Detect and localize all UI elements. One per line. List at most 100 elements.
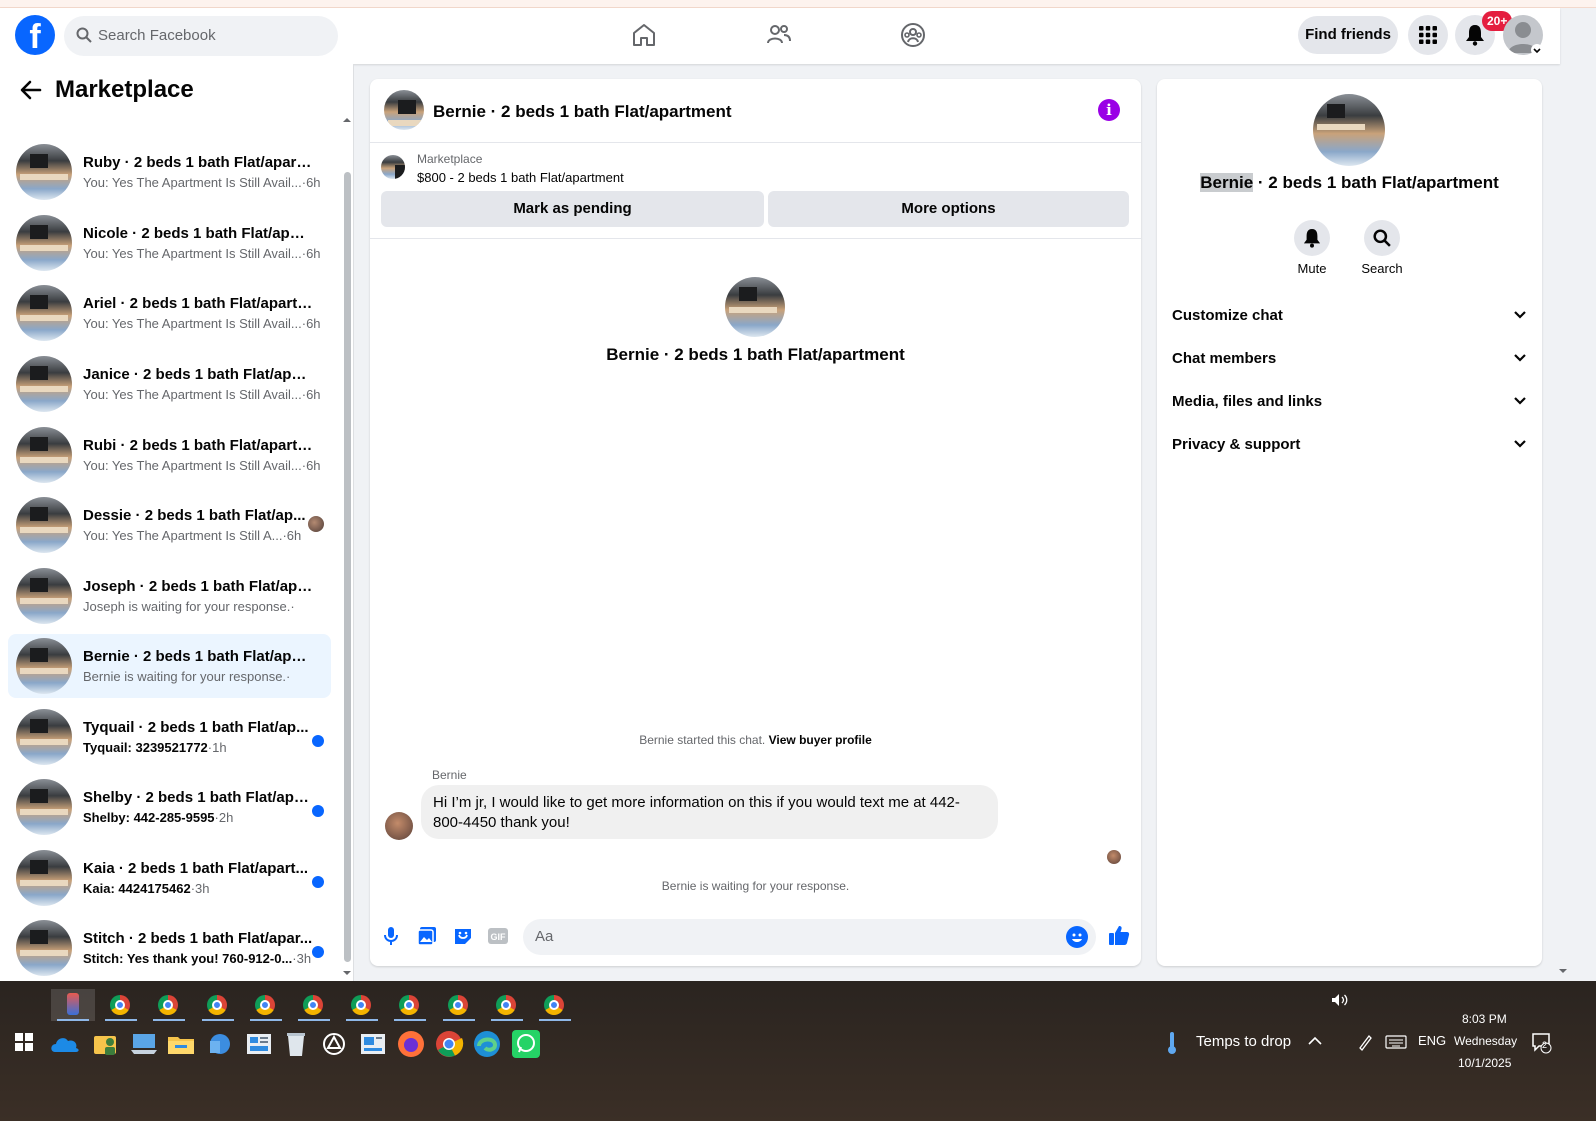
conversation-row[interactable]: Nicole · 2 beds 1 bath Flat/apart... You:… (8, 211, 331, 275)
firefox-icon[interactable] (395, 1028, 427, 1060)
this-pc-icon[interactable] (128, 1028, 160, 1060)
conversation-row[interactable]: Ariel · 2 beds 1 bath Flat/apartm... You:… (8, 281, 331, 345)
weather-text[interactable]: Temps to drop (1196, 1033, 1291, 1050)
notification-count: 2 (1542, 1040, 1548, 1050)
privacy-support-section[interactable]: Privacy & support (1172, 425, 1527, 465)
conversation-row[interactable]: Dessie · 2 beds 1 bath Flat/ap... You: Ye… (8, 493, 331, 557)
chrome-icon[interactable] (433, 1028, 465, 1060)
edge-icon[interactable] (471, 1028, 503, 1060)
more-options-button[interactable]: More options (768, 191, 1129, 227)
thumbs-up-icon[interactable] (1108, 924, 1130, 946)
chat-details-panel: Bernie · 2 beds 1 bath Flat/apartment Mu… (1157, 79, 1542, 966)
message-input[interactable]: Aa (523, 919, 1096, 955)
taskbar-chrome-window[interactable] (292, 989, 336, 1021)
taskbar-chrome-window[interactable] (437, 989, 481, 1021)
chat-members-section[interactable]: Chat members (1172, 339, 1527, 379)
conversation-row[interactable]: Ruby · 2 beds 1 bath Flat/apart... You: Y… (8, 140, 331, 204)
chat-title[interactable]: Bernie · 2 beds 1 bath Flat/apartment (433, 102, 732, 122)
groups-icon[interactable] (900, 22, 926, 48)
clock-time[interactable]: 8:03 PM (1462, 1012, 1507, 1026)
info-icon[interactable]: i (1098, 99, 1120, 121)
find-friends-button[interactable]: Find friends (1298, 16, 1398, 54)
clock-day[interactable]: Wednesday (1454, 1034, 1517, 1048)
conversation-row[interactable]: Rubi · 2 beds 1 bath Flat/apartm... You: … (8, 423, 331, 487)
details-title-rest: · 2 beds 1 bath Flat/apartment (1253, 173, 1499, 192)
conversation-preview: Stitch: Yes thank you! 760-912-0... (83, 951, 293, 966)
taskbar-chrome-window[interactable] (196, 989, 240, 1021)
language-indicator[interactable]: ENG (1418, 1033, 1446, 1048)
page-scrollbar[interactable] (1558, 64, 1568, 981)
volume-icon[interactable] (1331, 993, 1349, 1007)
scroll-up-arrow-icon[interactable] (342, 116, 352, 124)
inbox-scrollbar[interactable] (342, 116, 352, 981)
conversation-row[interactable]: Kaia · 2 beds 1 bath Flat/apart... Kaia: … (8, 846, 331, 910)
conversation-preview: You: Yes The Apartment Is Still Avail... (83, 458, 302, 473)
control-panel-icon[interactable] (243, 1028, 275, 1060)
conversation-name: Kaia · 2 beds 1 bath Flat/apart... (83, 860, 309, 877)
taskbar-chrome-window[interactable] (147, 989, 191, 1021)
media-files-links-section[interactable]: Media, files and links (1172, 382, 1527, 422)
message-composer: GIF Aa (370, 915, 1141, 959)
account-chevron-icon[interactable] (1531, 44, 1543, 56)
show-hidden-icons-chevron-icon[interactable] (1308, 1036, 1322, 1046)
conversation-row[interactable]: Joseph · 2 beds 1 bath Flat/apart... Jose… (8, 564, 331, 628)
photo-attach-icon[interactable] (417, 926, 437, 946)
scrollbar-thumb[interactable] (344, 172, 351, 962)
home-icon[interactable] (631, 22, 657, 48)
file-explorer-icon[interactable] (165, 1028, 197, 1060)
thermometer-icon[interactable] (1166, 1031, 1178, 1055)
menu-button[interactable] (1408, 15, 1448, 55)
chat-listing-thumbnail[interactable] (384, 90, 424, 130)
taskbar-active-app[interactable] (51, 989, 95, 1021)
keyboard-icon[interactable] (1385, 1035, 1407, 1049)
sticker-icon[interactable] (453, 926, 473, 946)
conversation-preview: Tyquail: 3239521772 (83, 740, 208, 755)
conversation-name: Janice · 2 beds 1 bath Flat/apart... (83, 366, 313, 383)
taskbar-chrome-window[interactable] (244, 989, 288, 1021)
scroll-down-arrow-icon[interactable] (1558, 967, 1568, 975)
taskbar-chrome-window[interactable] (99, 989, 143, 1021)
network-icon[interactable] (204, 1028, 236, 1060)
conversation-row[interactable]: Shelby · 2 beds 1 bath Flat/apa... Shelby… (8, 775, 331, 839)
app-launcher-icon[interactable] (318, 1028, 350, 1060)
listing-small-thumbnail[interactable] (381, 155, 405, 179)
search-in-chat-button[interactable]: Search (1352, 220, 1412, 276)
system-tool-icon[interactable] (357, 1028, 389, 1060)
user-folder-icon[interactable] (90, 1028, 122, 1060)
sender-avatar[interactable] (385, 812, 413, 840)
onedrive-icon[interactable] (49, 1028, 81, 1060)
whatsapp-icon[interactable] (510, 1028, 542, 1060)
conversation-time: ·3h (292, 951, 312, 966)
conversation-preview-line: You: Yes The Apartment Is Still Avail...… (83, 458, 321, 473)
view-buyer-profile-link[interactable]: View buyer profile (769, 733, 872, 747)
message-bubble[interactable]: Hi I’m jr, I would like to get more info… (421, 785, 998, 839)
clock-date[interactable]: 10/1/2025 (1458, 1056, 1511, 1070)
conversation-row[interactable]: Janice · 2 beds 1 bath Flat/apart... You:… (8, 352, 331, 416)
listing-price[interactable]: $800 - 2 beds 1 bath Flat/apartment (417, 170, 624, 185)
conversation-row[interactable]: Stitch · 2 beds 1 bath Flat/apar... Stitc… (8, 916, 331, 980)
mute-button[interactable]: Mute (1282, 220, 1342, 276)
mark-as-pending-button[interactable]: Mark as pending (381, 191, 764, 227)
friends-icon[interactable] (766, 22, 792, 48)
scroll-down-arrow-icon[interactable] (342, 969, 352, 977)
conversation-row[interactable]: Bernie · 2 beds 1 bath Flat/apart... Bern… (8, 634, 331, 698)
microphone-icon[interactable] (384, 926, 398, 946)
taskbar-chrome-window[interactable] (340, 989, 384, 1021)
conversation-preview-line: You: Yes The Apartment Is Still Avail...… (83, 246, 321, 261)
windows-start-icon[interactable] (15, 1033, 33, 1051)
conversation-name: Bernie · 2 beds 1 bath Flat/apart... (83, 648, 313, 665)
taskbar-chrome-window[interactable] (533, 989, 577, 1021)
emoji-icon[interactable] (1066, 926, 1088, 948)
unread-dot (312, 735, 324, 747)
customize-chat-section[interactable]: Customize chat (1172, 296, 1527, 336)
gif-icon[interactable]: GIF (487, 926, 509, 946)
taskbar-chrome-window[interactable] (485, 989, 529, 1021)
section-label: Media, files and links (1172, 393, 1323, 410)
search-facebook-input[interactable]: Search Facebook (64, 16, 338, 56)
taskbar-chrome-window[interactable] (388, 989, 432, 1021)
recycle-bin-icon[interactable] (280, 1028, 312, 1060)
conversation-row[interactable]: Tyquail · 2 beds 1 bath Flat/ap... Tyquai… (8, 705, 331, 769)
pen-icon[interactable] (1357, 1033, 1373, 1051)
facebook-logo-icon[interactable]: f (15, 15, 55, 55)
back-arrow-icon[interactable] (20, 80, 42, 100)
